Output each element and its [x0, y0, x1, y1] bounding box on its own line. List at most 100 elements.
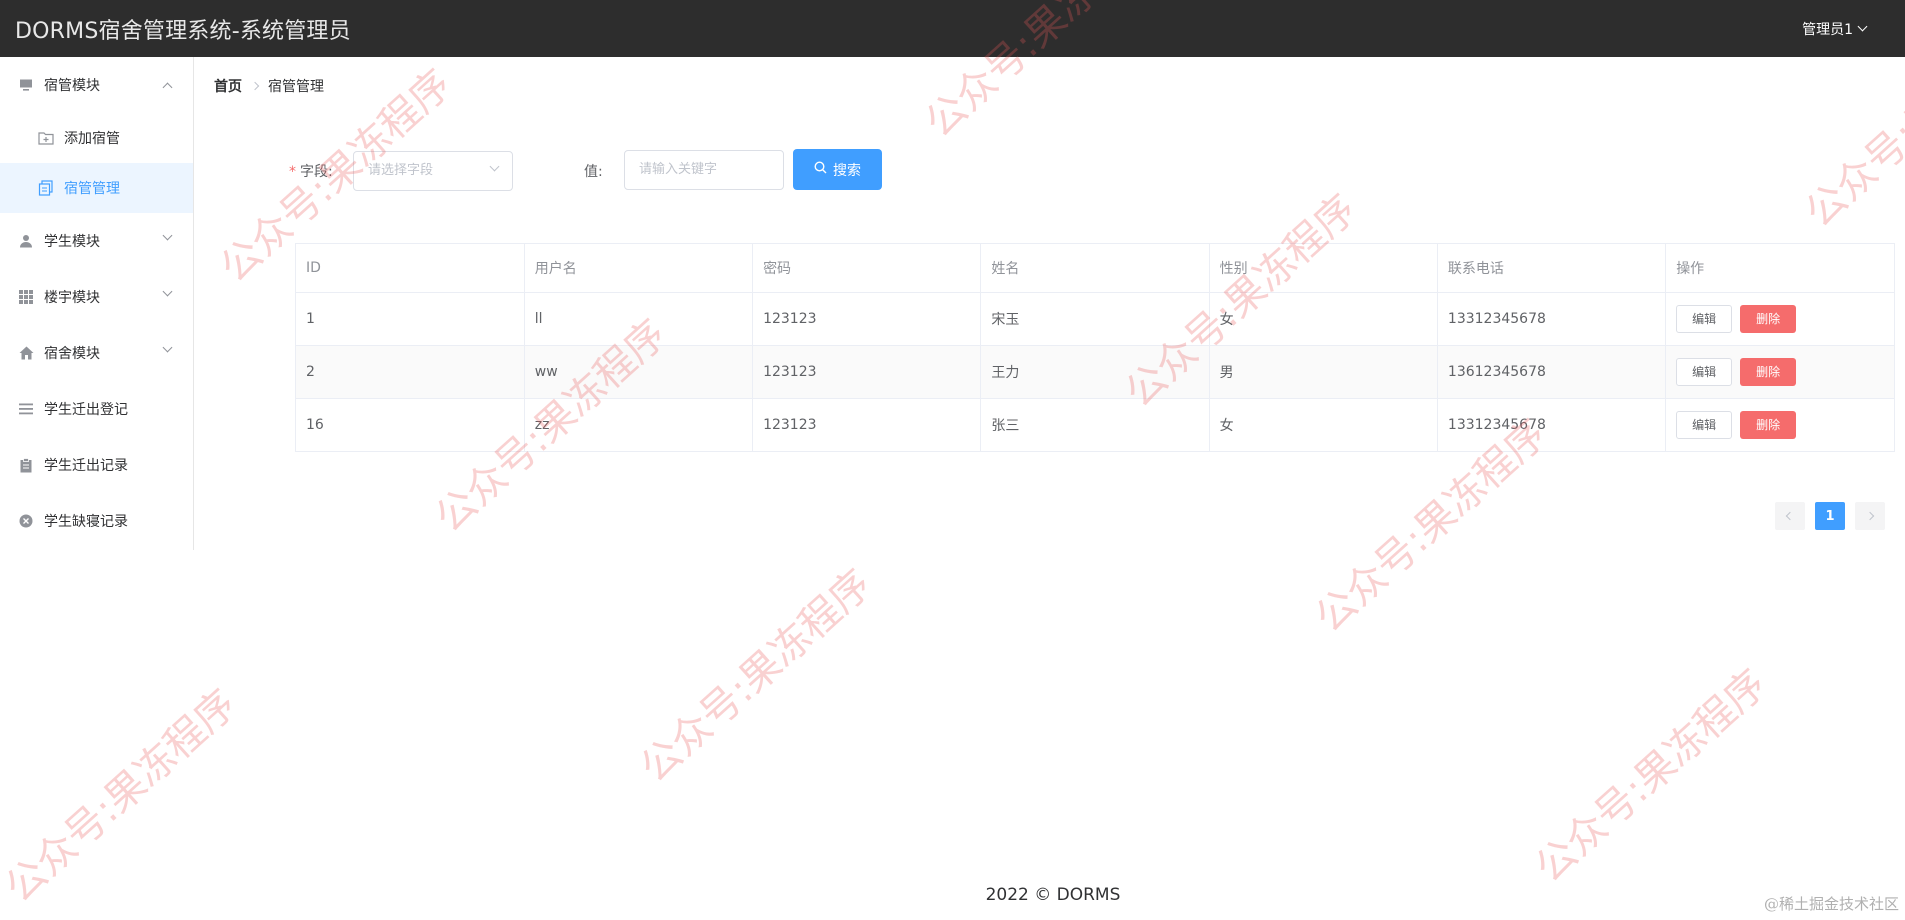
submenu-dorm-admin: 添加宿管 宿管管理	[0, 113, 193, 213]
folder-add-icon	[38, 130, 54, 146]
delete-button[interactable]: 删除	[1740, 357, 1797, 386]
chevron-right-icon	[1865, 511, 1875, 521]
page-number-current[interactable]: 1	[1815, 502, 1845, 530]
user-icon	[18, 233, 34, 249]
table-row: 16 zz 123123 张三 女 13312345678 编辑 删除	[296, 398, 1894, 451]
field-select-placeholder: 请选择字段	[368, 163, 434, 178]
footer-copyright: 2022 © DORMS	[985, 885, 1121, 905]
clipboard-icon	[18, 457, 34, 473]
value-label: 值:	[584, 164, 603, 180]
breadcrumb-home[interactable]: 首页	[214, 76, 242, 96]
column-header: 性别	[1209, 244, 1438, 293]
sidebar-item-label: 添加宿管	[64, 131, 120, 147]
column-header: 操作	[1665, 244, 1894, 293]
chevron-down-icon	[489, 161, 500, 172]
monitor-icon	[18, 77, 34, 93]
cell-name: 宋玉	[980, 292, 1210, 346]
cell-phone: 13312345678	[1437, 292, 1667, 346]
cell-id: 16	[296, 398, 525, 451]
sidebar-item-student-moveout-register[interactable]: 学生迁出登记	[0, 381, 193, 437]
main-content: 首页 宿管管理 * 字段: 请选择字段 值: 请输入关键字 搜索 ID 用户名 密	[195, 57, 1905, 920]
sidebar-item-label: 宿管管理	[64, 181, 120, 197]
grid-icon	[18, 289, 34, 305]
sidebar-item-dormitory-module[interactable]: 宿舍模块	[0, 325, 193, 381]
sidebar-item-label: 学生迁出登记	[44, 402, 128, 418]
table-row: 2 ww 123123 王力 男 13612345678 编辑 删除	[296, 345, 1894, 399]
list-icon	[18, 401, 34, 417]
chevron-down-icon	[162, 230, 173, 241]
sidebar-item-label: 宿舍模块	[44, 346, 100, 362]
sidebar-item-student-absence-records[interactable]: 学生缺寝记录	[0, 493, 193, 549]
delete-button[interactable]: 删除	[1740, 304, 1797, 333]
cell-password: 123123	[752, 398, 982, 451]
next-page-button[interactable]	[1855, 502, 1885, 530]
search-button-label: 搜索	[833, 162, 861, 179]
column-header: ID	[296, 244, 525, 293]
cell-phone: 13312345678	[1437, 398, 1667, 451]
top-header: DORMS宿舍管理系统-系统管理员 管理员1	[0, 0, 1905, 57]
search-icon	[814, 161, 827, 178]
cell-id: 2	[296, 345, 525, 399]
chevron-down-icon	[162, 342, 173, 353]
sidebar-item-label: 楼宇模块	[44, 290, 100, 306]
circle-close-icon	[18, 513, 34, 529]
cell-id: 1	[296, 292, 525, 346]
required-mark: *	[289, 164, 296, 180]
cell-phone: 13612345678	[1437, 345, 1667, 399]
chevron-up-icon	[162, 82, 173, 93]
breadcrumb: 首页 宿管管理	[214, 76, 324, 96]
chevron-right-icon	[250, 81, 260, 91]
chevron-down-icon	[1857, 21, 1868, 32]
chevron-down-icon	[162, 286, 173, 297]
user-menu[interactable]: 管理员1	[1802, 19, 1868, 39]
house-icon	[18, 345, 34, 361]
cell-gender: 女	[1209, 292, 1438, 346]
cell-actions: 编辑 删除	[1665, 345, 1894, 399]
cell-actions: 编辑 删除	[1666, 398, 1894, 451]
pagination: 1	[1775, 502, 1885, 530]
app-title: DORMS宿舍管理系统-系统管理员	[15, 18, 351, 44]
delete-button[interactable]: 删除	[1740, 410, 1797, 439]
prev-page-button[interactable]	[1775, 502, 1805, 530]
cell-gender: 女	[1209, 398, 1438, 451]
edit-button[interactable]: 编辑	[1676, 410, 1733, 439]
sidebar-item-building-module[interactable]: 楼宇模块	[0, 269, 193, 325]
sidebar-item-dorm-admin-module[interactable]: 宿管模块	[0, 57, 193, 113]
search-form: * 字段: 请选择字段 值: 请输入关键字 搜索	[195, 149, 1095, 191]
column-header: 联系电话	[1437, 244, 1667, 293]
keyword-input[interactable]: 请输入关键字	[624, 150, 784, 190]
chevron-left-icon	[1785, 511, 1795, 521]
cell-username: ww	[524, 345, 754, 399]
cell-name: 王力	[980, 345, 1210, 399]
edit-button[interactable]: 编辑	[1676, 357, 1733, 386]
column-header: 用户名	[524, 244, 754, 293]
sidebar-item-student-moveout-records[interactable]: 学生迁出记录	[0, 437, 193, 493]
table-header-row: ID 用户名 密码 姓名 性别 联系电话 操作	[296, 244, 1894, 293]
sidebar-item-label: 学生迁出记录	[44, 458, 128, 474]
cell-password: 123123	[752, 292, 982, 346]
column-header: 密码	[752, 244, 982, 293]
field-select[interactable]: 请选择字段	[353, 151, 513, 191]
sidebar: 宿管模块 添加宿管 宿管管理 学生模块 楼宇模块 宿舍模块 学生迁出登记 学生迁…	[0, 57, 194, 550]
cell-username: ll	[524, 292, 754, 346]
sidebar-item-label: 学生缺寝记录	[44, 514, 128, 530]
sidebar-item-student-module[interactable]: 学生模块	[0, 213, 193, 269]
search-button[interactable]: 搜索	[793, 149, 882, 190]
sidebar-item-dorm-admin-management[interactable]: 宿管管理	[0, 163, 193, 213]
field-label-text: 字段:	[300, 164, 333, 180]
dorm-admin-table: ID 用户名 密码 姓名 性别 联系电话 操作 1 ll 123123 宋玉 女…	[295, 243, 1895, 452]
cell-gender: 男	[1209, 345, 1438, 399]
table-row: 1 ll 123123 宋玉 女 13312345678 编辑 删除	[296, 292, 1894, 346]
sidebar-item-label: 学生模块	[44, 234, 100, 250]
user-name: 管理员1	[1802, 21, 1853, 38]
sidebar-item-add-dorm-admin[interactable]: 添加宿管	[0, 113, 193, 163]
cell-name: 张三	[980, 398, 1210, 451]
document-copy-icon	[38, 180, 54, 196]
breadcrumb-current: 宿管管理	[268, 79, 324, 95]
cell-actions: 编辑 删除	[1665, 292, 1894, 346]
field-label: * 字段:	[289, 161, 333, 181]
sidebar-item-label: 宿管模块	[44, 78, 100, 94]
column-header: 姓名	[980, 244, 1210, 293]
cell-username: zz	[524, 398, 754, 451]
edit-button[interactable]: 编辑	[1676, 304, 1733, 333]
